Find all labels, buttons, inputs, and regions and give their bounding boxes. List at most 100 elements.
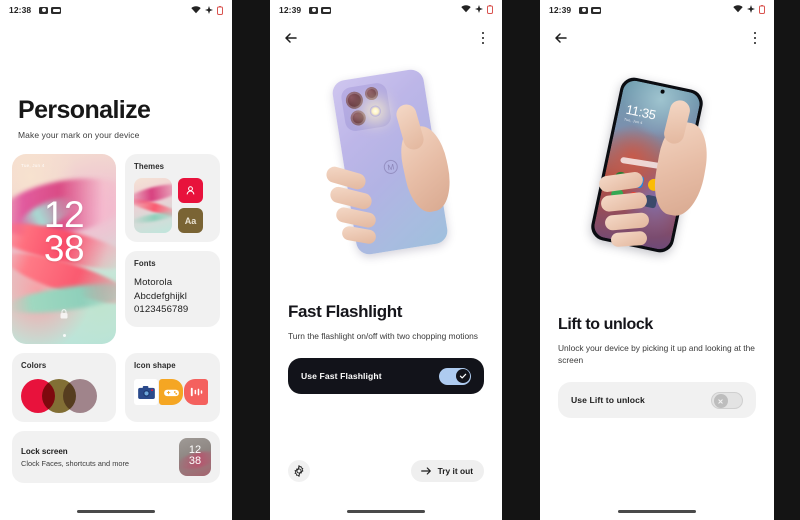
battery-icon [759,4,765,16]
screen-fast-flashlight: 12:39 M Fast Flashlight Turn the flashli… [270,0,502,520]
toggle-knob [455,369,470,383]
status-bar-left-group-mid: 12:39 [279,5,332,15]
fonts-sample: Motorola Abcdefghijkl 0123456789 [134,276,211,317]
grid-column-left: Tue, Jun 4 12 38 [12,154,116,344]
wallpaper-clock-minutes: 38 [43,228,85,269]
themes-card-title: Themes [134,162,165,171]
close-icon [718,398,723,404]
personalize-header: Personalize Make your mark on your devic… [0,96,232,141]
fonts-sample-line-1: Motorola [134,277,173,288]
lock-icon [60,309,68,319]
audio-waveform-icon [184,379,208,405]
theme-tile-font[interactable]: Aa [178,208,203,233]
status-bar-left-group-right: 12:39 [549,5,602,15]
overflow-menu-icon[interactable] [477,30,489,46]
icon-shape-card-title: Icon shape [134,361,176,370]
lock-screen-card-title: Lock screen [21,446,68,456]
colors-card[interactable]: Colors [12,353,116,422]
screen-personalize: 12:38 Personalize Make your mark on your… [0,0,232,520]
panel-divider-1 [232,0,270,520]
fonts-sample-line-3: 0123456789 [134,304,189,315]
icon-shape-preview-row [134,379,211,405]
home-indicator-left[interactable] [77,510,155,513]
color-swatches [21,379,107,413]
camera-icon [134,379,158,405]
use-lift-to-unlock-row[interactable]: Use Lift to unlock [558,382,756,418]
themes-row: Aa [134,178,211,233]
status-bar-right-group-mid [461,4,493,16]
arrow-right-icon [420,467,431,475]
lock-screen-thumbnail: 12 38 [179,438,211,476]
game-controller-icon [159,379,183,405]
themes-card[interactable]: Themes Aa [125,154,220,242]
signal-icon [747,5,755,15]
signal-icon [205,6,213,14]
flashlight-action-row: Try it out [288,460,484,482]
personalize-grid: Tue, Jun 4 12 38 Themes Aa Fonts Motorol… [0,154,232,344]
page-title: Lift to unlock [558,316,653,333]
colors-card-title: Colors [21,361,47,370]
lift-to-unlock-hero-image: 11:35 Tue, Jun 4 [540,56,774,316]
lift-to-unlock-content: Lift to unlock Unlock your device by pic… [540,316,774,418]
camera-lens-1 [344,90,365,111]
theme-tile-person[interactable] [178,178,203,203]
flashlight-hero-image: M [270,56,502,302]
use-fast-flashlight-row[interactable]: Use Fast Flashlight [288,358,484,394]
message-notification-icon [591,6,602,14]
status-time: 12:38 [9,5,32,15]
person-icon [186,186,195,195]
status-bar-left-group: 12:38 [9,5,62,15]
panel-divider-2 [502,0,540,520]
toolbar-right [540,20,774,56]
camera-lens-3 [349,109,367,127]
lock-thumb-hours: 12 [188,444,202,456]
page-subtitle: Make your mark on your device [18,130,140,140]
wallpaper-clock-hours: 12 [43,194,85,235]
wifi-icon [733,5,743,15]
settings-gear-icon[interactable] [288,460,310,482]
wallpaper-date: Tue, Jun 4 [21,163,45,168]
use-lift-to-unlock-label: Use Lift to unlock [571,395,645,405]
flashlight-content: Fast Flashlight Turn the flashlight on/o… [270,302,502,394]
icon-shape-card[interactable]: Icon shape [125,353,220,422]
hand-holding-phone-illustration: M [324,67,457,257]
battery-icon [487,4,493,16]
try-it-out-label: Try it out [437,466,473,476]
wallpaper-preview-card[interactable]: Tue, Jun 4 12 38 [12,154,116,344]
home-indicator-right[interactable] [618,510,696,513]
use-lift-to-unlock-toggle[interactable] [711,391,743,409]
fonts-sample-line-2: Abcdefghijkl [134,290,187,302]
camera-module [339,81,393,133]
lock-thumb-minutes: 38 [188,454,202,467]
page-title: Personalize [18,96,151,124]
check-icon [459,373,466,379]
back-arrow-icon[interactable] [283,30,299,46]
video-notification-icon [309,6,319,14]
home-indicator-middle[interactable] [347,510,425,513]
use-fast-flashlight-label: Use Fast Flashlight [301,371,382,381]
page-description: Turn the flashlight on/off with two chop… [288,331,478,341]
status-bar-right-group-right [733,4,765,16]
fonts-card[interactable]: Fonts Motorola Abcdefghijkl 0123456789 [125,251,220,327]
status-bar-left: 12:38 [0,0,232,20]
color-swatch-3 [63,379,97,413]
lock-screen-card-subtitle: Clock Faces, shortcuts and more [21,458,130,468]
motorola-logo-icon: M [382,158,399,175]
theme-wallpaper-thumb[interactable] [134,178,172,233]
toggle-knob [713,394,728,408]
message-notification-icon [321,6,332,14]
screenshot-stage: 12:38 Personalize Make your mark on your… [0,0,800,520]
fonts-card-title: Fonts [134,259,156,268]
wifi-icon [461,5,471,15]
camera-lens-2 [364,86,380,101]
page-description: Unlock your device by picking it up and … [558,343,755,365]
wallpaper-page-dot [59,334,69,337]
use-fast-flashlight-toggle[interactable] [439,367,471,385]
lock-screen-card[interactable]: Lock screen Clock Faces, shortcuts and m… [12,431,220,483]
finger-4 [610,230,648,248]
overflow-menu-icon[interactable] [749,30,761,46]
back-arrow-icon[interactable] [553,30,569,46]
status-bar-right-group [191,5,223,15]
hand-holding-phone-illustration: 11:35 Tue, Jun 4 [588,75,713,255]
try-it-out-button[interactable]: Try it out [410,460,484,482]
